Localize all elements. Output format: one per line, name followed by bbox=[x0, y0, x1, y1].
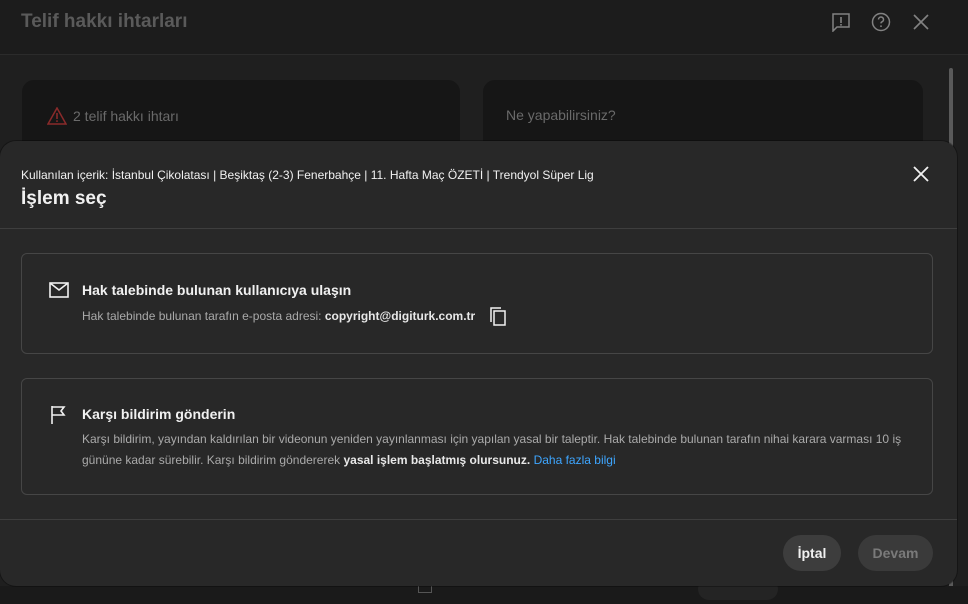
background-title: Telif hakkı ihtarları bbox=[21, 11, 188, 32]
copy-icon[interactable] bbox=[489, 307, 507, 327]
select-action-dialog: Kullanılan içerik: İstanbul Çikolatası |… bbox=[0, 141, 957, 586]
option-contact-claimant[interactable]: Hak talebinde bulunan kullanıcıya ulaşın… bbox=[21, 253, 933, 354]
option-title: Hak talebinde bulunan kullanıcıya ulaşın bbox=[82, 282, 352, 298]
feedback-icon[interactable] bbox=[831, 12, 851, 32]
strikes-label: 2 telif hakkı ihtarı bbox=[73, 108, 179, 124]
claimant-email: copyright@digiturk.com.tr bbox=[324, 309, 476, 323]
help-icon[interactable] bbox=[871, 12, 891, 32]
learn-more-link[interactable]: Daha fazla bilgi bbox=[534, 453, 616, 467]
flag-icon bbox=[51, 406, 66, 424]
option-description: Hak talebinde bulunan tarafın e-posta ad… bbox=[82, 306, 507, 327]
cancel-button[interactable]: İptal bbox=[783, 535, 841, 571]
option-counter-notification[interactable]: Karşı bildirim gönderin Karşı bildirim, … bbox=[21, 378, 933, 495]
mail-icon bbox=[49, 282, 69, 298]
close-icon[interactable] bbox=[911, 12, 931, 32]
dialog-close-icon[interactable] bbox=[910, 163, 932, 185]
divider bbox=[0, 228, 957, 229]
warning-icon bbox=[47, 107, 67, 125]
counter-desc-bold: yasal işlem başlatmış olursunuz. bbox=[343, 453, 531, 467]
option-title: Karşı bildirim gönderin bbox=[82, 406, 236, 422]
what-can-label: Ne yapabilirsiniz? bbox=[506, 107, 616, 123]
dialog-subtitle: Kullanılan içerik: İstanbul Çikolatası |… bbox=[21, 168, 594, 182]
email-prefix: Hak talebinde bulunan tarafın e-posta ad… bbox=[82, 309, 325, 323]
strikes-summary: 2 telif hakkı ihtarı bbox=[47, 107, 179, 125]
continue-button[interactable]: Devam bbox=[858, 535, 933, 571]
background-bottom-row bbox=[0, 586, 968, 604]
dialog-title: İşlem seç bbox=[21, 188, 107, 209]
divider bbox=[0, 519, 957, 520]
background-header: Telif hakkı ihtarları bbox=[0, 0, 968, 55]
option-description: Karşı bildirim, yayından kaldırılan bir … bbox=[82, 429, 902, 471]
